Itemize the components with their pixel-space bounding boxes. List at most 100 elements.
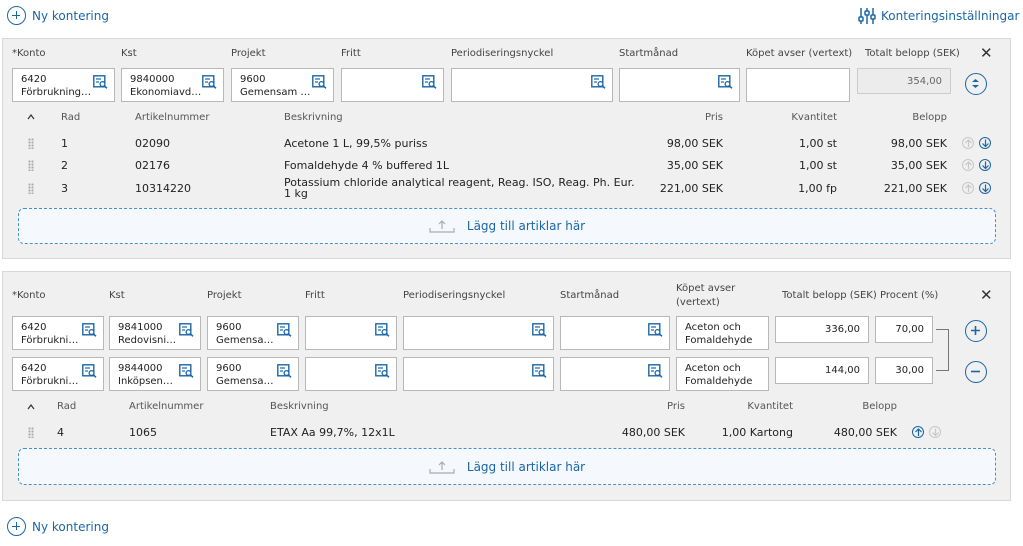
lookup-icon[interactable] xyxy=(277,364,292,378)
konto-field[interactable]: 6420 Förbrukni… xyxy=(12,316,104,350)
lookup-icon[interactable] xyxy=(202,75,217,89)
close-icon[interactable]: ✕ xyxy=(980,44,993,62)
col-pris: Pris xyxy=(667,401,685,412)
row-beskrivning-line1: Potassium chloride analytical reagent, R… xyxy=(284,176,635,189)
projekt-name: Gemensa… xyxy=(216,335,274,346)
lookup-icon[interactable] xyxy=(312,75,327,89)
lookup-icon[interactable] xyxy=(591,75,606,89)
remove-line-button[interactable] xyxy=(965,361,987,383)
lookup-icon[interactable] xyxy=(532,323,547,337)
row-kvantitet: 1,00 Kartong xyxy=(721,426,793,439)
move-down-icon[interactable] xyxy=(979,137,991,149)
period-field[interactable] xyxy=(403,316,554,350)
projekt-field[interactable]: 9600 Gemensa… xyxy=(207,316,299,350)
kopet-field[interactable] xyxy=(746,68,850,102)
label-konto: *Konto xyxy=(12,48,46,59)
percent-field[interactable]: 30,00 xyxy=(875,357,933,384)
move-down-icon[interactable] xyxy=(979,159,991,171)
total-amount-field[interactable]: 336,00 xyxy=(775,316,869,343)
move-down-icon[interactable] xyxy=(929,426,941,438)
collapse-caret-icon[interactable] xyxy=(27,113,35,121)
konto-field[interactable]: 6420 Förbrukning… xyxy=(12,68,115,102)
label-konto: *Konto xyxy=(12,290,46,301)
expand-collapse-button[interactable] xyxy=(965,73,987,95)
drag-handle-icon[interactable] xyxy=(28,427,34,438)
label-total: Totalt belopp (SEK) xyxy=(782,290,877,301)
total-amount-value: 336,00 xyxy=(825,324,860,335)
row-belopp: 35,00 SEK xyxy=(890,159,947,172)
collapse-caret-icon[interactable] xyxy=(27,403,35,411)
konto-field[interactable]: 6420 Förbrukni… xyxy=(12,357,104,391)
label-period: Periodiseringsnyckel xyxy=(451,48,554,59)
lookup-icon[interactable] xyxy=(648,364,663,378)
lookup-icon[interactable] xyxy=(718,75,733,89)
minus-icon xyxy=(971,370,980,373)
projekt-code: 9600 xyxy=(216,322,242,333)
label-kopet: Köpet avser (vertext) xyxy=(676,282,735,310)
period-field[interactable] xyxy=(451,68,613,102)
drag-handle-icon[interactable] xyxy=(28,183,34,194)
lookup-icon[interactable] xyxy=(82,323,97,337)
label-fritt: Fritt xyxy=(341,48,361,59)
add-line-button[interactable] xyxy=(965,320,987,342)
kopet-line2: Fomaldehyde xyxy=(685,335,753,346)
lookup-icon[interactable] xyxy=(93,75,108,89)
period-field[interactable] xyxy=(403,357,554,391)
kst-field[interactable]: 9844000 Inköpsen… xyxy=(109,357,201,391)
lookup-icon[interactable] xyxy=(277,323,292,337)
col-artikel: Artikelnummer xyxy=(129,401,204,412)
lookup-icon[interactable] xyxy=(179,323,194,337)
projekt-code: 9600 xyxy=(216,363,242,374)
lookup-icon[interactable] xyxy=(648,323,663,337)
col-belopp: Belopp xyxy=(862,401,897,412)
konto-name: Förbrukning… xyxy=(21,87,92,98)
fritt-field[interactable] xyxy=(341,68,444,102)
lookup-icon[interactable] xyxy=(82,364,97,378)
kopet-field[interactable]: Aceton och Fomaldehyde xyxy=(676,316,769,350)
label-kopet-line2: (vertext) xyxy=(676,297,720,308)
total-amount-field: 354,00 xyxy=(857,68,951,94)
percent-field[interactable]: 70,00 xyxy=(875,316,933,343)
row-belopp: 98,00 SEK xyxy=(890,137,947,150)
start-field[interactable] xyxy=(560,316,670,350)
lookup-icon[interactable] xyxy=(375,323,390,337)
kopet-field[interactable]: Aceton och Fomaldehyde xyxy=(676,357,769,391)
kst-field[interactable]: 9840000 Ekonomiavd… xyxy=(121,68,224,102)
close-icon[interactable]: ✕ xyxy=(980,286,993,304)
move-up-icon[interactable] xyxy=(962,137,974,149)
move-up-icon[interactable] xyxy=(962,159,974,171)
move-down-icon[interactable] xyxy=(979,182,991,194)
lookup-icon[interactable] xyxy=(179,364,194,378)
add-articles-dropzone[interactable]: Lägg till artiklar här xyxy=(18,208,996,244)
row-rad: 2 xyxy=(61,159,68,172)
row-kvantitet: 1,00 st xyxy=(798,159,837,172)
lookup-icon[interactable] xyxy=(532,364,547,378)
move-up-icon[interactable] xyxy=(962,182,974,194)
col-beskrivning: Beskrivning xyxy=(270,401,329,412)
total-amount-field[interactable]: 144,00 xyxy=(775,357,869,384)
row-beskrivning-line2: 1 kg xyxy=(284,187,308,200)
drag-handle-icon[interactable] xyxy=(28,138,34,149)
start-field[interactable] xyxy=(560,357,670,391)
posting-settings-link[interactable]: Konteringsinställningar xyxy=(857,6,1019,26)
fritt-field[interactable] xyxy=(305,357,397,391)
row-artikel: 1065 xyxy=(129,426,157,439)
chevron-up-down-icon xyxy=(972,79,979,88)
move-up-icon[interactable] xyxy=(912,426,924,438)
label-procent: Procent (%) xyxy=(880,290,939,301)
projekt-field[interactable]: 9600 Gemensam … xyxy=(231,68,334,102)
add-circle-icon xyxy=(7,6,26,25)
lookup-icon[interactable] xyxy=(422,75,437,89)
fritt-field[interactable] xyxy=(305,316,397,350)
new-posting-label: Ny kontering xyxy=(32,519,109,534)
kst-field[interactable]: 9841000 Redovisni… xyxy=(109,316,201,350)
new-posting-link-bottom[interactable]: Ny kontering xyxy=(7,517,109,536)
add-articles-dropzone[interactable]: Lägg till artiklar här xyxy=(18,448,996,485)
kst-name: Ekonomiavd… xyxy=(130,87,202,98)
drag-handle-icon[interactable] xyxy=(28,160,34,171)
projekt-field[interactable]: 9600 Gemensa… xyxy=(207,357,299,391)
start-field[interactable] xyxy=(619,68,740,102)
new-posting-link-top[interactable]: Ny kontering xyxy=(7,6,109,25)
percent-value: 30,00 xyxy=(895,365,924,376)
lookup-icon[interactable] xyxy=(375,364,390,378)
